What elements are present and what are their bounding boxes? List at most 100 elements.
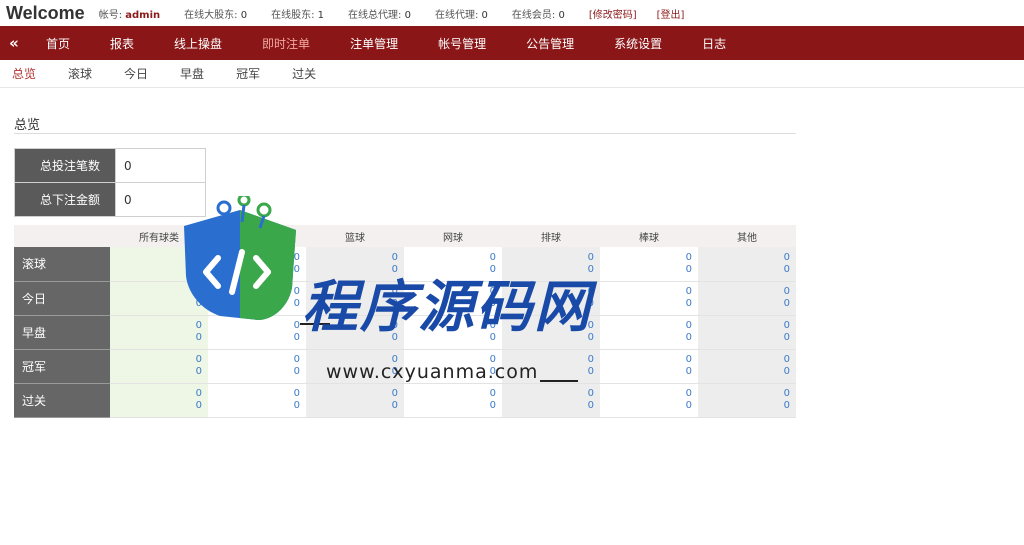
column-header: 所有球类 [110,225,208,247]
tab-parlay[interactable]: 过关 [292,65,316,82]
collapse-icon[interactable]: « [0,34,28,52]
bet-amount-value[interactable]: 0 [698,332,790,344]
bet-count-value[interactable]: 0 [698,354,790,366]
stat-online-agents: 在线代理: 0 [435,6,488,21]
nav-item-home[interactable]: 首页 [46,35,70,52]
table-cell: 00 [600,281,698,316]
table-cell: 00 [208,349,306,384]
bet-count-value[interactable]: 0 [698,252,790,264]
bet-count-value[interactable]: 0 [698,388,790,400]
table-cell: 00 [110,247,208,282]
bet-amount-value[interactable]: 0 [208,298,300,310]
bet-count-value[interactable]: 0 [110,354,202,366]
table-cell: 00 [698,247,796,282]
bet-amount-value[interactable]: 0 [208,366,300,378]
bet-amount-value[interactable]: 0 [698,298,790,310]
stat-value: 1 [317,9,325,21]
nav-item-reports[interactable]: 报表 [110,35,134,52]
bet-count-value[interactable]: 0 [698,286,790,298]
table-cell: 00 [110,281,208,316]
table-row: 过关 0 0 0 0 0 0 0 0 0 0 0 0 0 0 [14,383,796,418]
bet-count-value[interactable]: 0 [208,388,300,400]
nav-item-live-trading[interactable]: 线上操盘 [174,35,222,52]
bet-amount-value[interactable]: 0 [110,366,202,378]
bet-count-value[interactable]: 0 [502,388,594,400]
bet-count-value[interactable]: 0 [600,388,692,400]
account-info: 帐号: admin [99,6,160,21]
total-bets-label: 总投注笔数 [14,148,116,183]
bet-count-value[interactable]: 0 [208,252,300,264]
bet-amount-value[interactable]: 0 [698,366,790,378]
table-cell: 00 [600,383,698,418]
main-nav: « 首页 报表 线上操盘 即时注单 注单管理 帐号管理 公告管理 系统设置 日志 [0,26,1024,60]
top-status-bar: Welcome 帐号: admin 在线大股东: 0 在线股东: 1 在线总代理… [0,0,1024,26]
stat-label: 在线大股东: [184,9,241,21]
bet-amount-value[interactable]: 0 [208,332,300,344]
bet-count-value[interactable]: 0 [600,320,692,332]
bet-count-value[interactable]: 0 [110,320,202,332]
bet-amount-value[interactable]: 0 [502,400,594,412]
bet-count-value[interactable]: 0 [110,252,202,264]
bet-count-value[interactable]: 0 [110,286,202,298]
stat-online-members: 在线会员: 0 [512,6,565,21]
row-label: 过关 [14,383,110,418]
bet-count-value[interactable]: 0 [600,286,692,298]
summary-row: 总投注笔数 0 [14,148,206,183]
stat-label: 在线代理: [434,9,482,21]
nav-item-bet-management[interactable]: 注单管理 [350,35,398,52]
tab-champion[interactable]: 冠军 [236,65,260,82]
table-cell: 00 [698,349,796,384]
stat-value: 0 [481,9,488,21]
table-cell: 00 [600,315,698,350]
bet-amount-value[interactable]: 0 [600,332,692,344]
bet-amount-value[interactable]: 0 [110,298,202,310]
table-cell: 00 [600,247,698,282]
bet-count-value[interactable]: 0 [208,320,300,332]
table-cell: 00 [110,315,208,350]
bet-count-value[interactable]: 0 [208,286,300,298]
tab-in-play[interactable]: 滚球 [68,65,92,82]
bet-count-value[interactable]: 0 [698,320,790,332]
column-header: 网球 [404,225,502,247]
bet-amount-value[interactable]: 0 [600,264,692,276]
account-label: 帐号: [98,9,126,21]
bet-count-value[interactable]: 0 [600,252,692,264]
stat-label: 在线股东: [271,9,318,21]
table-cell: 00 [208,281,306,316]
table-header-row: 所有球类 足球 篮球 网球 排球 棒球 其他 [14,225,796,247]
summary-table: 总投注笔数 0 总下注金额 0 [14,148,206,217]
bet-amount-value[interactable]: 0 [600,400,692,412]
bet-amount-value[interactable]: 0 [600,298,692,310]
bet-amount-value[interactable]: 0 [600,366,692,378]
tab-early[interactable]: 早盘 [180,65,204,82]
nav-item-announcements[interactable]: 公告管理 [526,35,574,52]
bet-amount-value[interactable]: 0 [110,400,202,412]
change-password-link[interactable]: [修改密码] [589,6,637,21]
nav-item-system-settings[interactable]: 系统设置 [614,35,662,52]
tab-today[interactable]: 今日 [124,65,148,82]
bet-amount-value[interactable]: 0 [208,264,300,276]
bet-amount-value[interactable]: 0 [404,400,496,412]
nav-item-logs[interactable]: 日志 [702,35,726,52]
column-header: 排球 [502,225,600,247]
bet-amount-value[interactable]: 0 [306,400,398,412]
logout-link[interactable]: [登出] [657,6,685,21]
table-cell: 00 [502,383,600,418]
total-bets-value: 0 [115,148,206,183]
bet-amount-value[interactable]: 0 [110,264,202,276]
bet-count-value[interactable]: 0 [208,354,300,366]
bet-count-value[interactable]: 0 [110,388,202,400]
bet-amount-value[interactable]: 0 [698,264,790,276]
bet-amount-value[interactable]: 0 [698,400,790,412]
bet-count-value[interactable]: 0 [306,388,398,400]
bet-amount-value[interactable]: 0 [110,332,202,344]
tab-overview[interactable]: 总览 [12,65,36,82]
bet-count-value[interactable]: 0 [404,388,496,400]
nav-item-live-bets[interactable]: 即时注单 [262,35,310,52]
table-cell: 00 [698,383,796,418]
bet-amount-value[interactable]: 0 [208,400,300,412]
table-cell: 00 [110,383,208,418]
bet-count-value[interactable]: 0 [600,354,692,366]
table-cell: 00 [306,383,404,418]
nav-item-account-management[interactable]: 帐号管理 [438,35,486,52]
